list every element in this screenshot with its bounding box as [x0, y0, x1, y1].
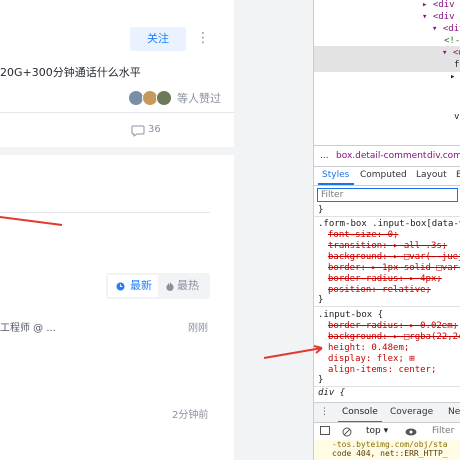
dom-node[interactable]: ▾ <d	[442, 48, 460, 58]
comment-sort-tabs: 最新 最热	[106, 273, 210, 299]
css-property[interactable]: background: ▸ □var(--juej	[328, 252, 460, 263]
clock-icon	[116, 282, 125, 291]
divider	[0, 112, 234, 113]
css-property[interactable]: transition: ▸ all .3s;	[328, 241, 447, 252]
active-tab-indicator	[318, 183, 354, 185]
css-brace: }	[318, 205, 324, 215]
console-filter-input[interactable]: Filter	[432, 426, 454, 436]
annotation-arrow	[263, 345, 323, 359]
article-card: 关注 ⋮ 20G+300分钟通话什么水平 等人赞过 36	[0, 0, 234, 147]
css-rule-divider	[314, 306, 460, 307]
dom-node[interactable]: ▾ <div c	[422, 12, 460, 22]
webpage-area: 关注 ⋮ 20G+300分钟通话什么水平 等人赞过 36 最新 最热 工程师 @…	[0, 0, 313, 460]
dom-node[interactable]: ▸	[450, 72, 455, 82]
css-property[interactable]: height: 0.48em;	[328, 343, 409, 354]
comment-author[interactable]: 工程师 @ ...	[0, 319, 56, 334]
tab-newest-label: 最新	[130, 279, 152, 292]
dom-node[interactable]: ▾ <div	[432, 24, 460, 34]
tab-layout[interactable]: Layout	[416, 165, 447, 185]
liked-text: 等人赞过	[177, 92, 221, 105]
styles-filter-input[interactable]: Filter	[317, 188, 458, 202]
css-property[interactable]: border: ▸ 1px solid □var(	[328, 263, 460, 274]
dom-node[interactable]: ▸ <div c	[422, 0, 460, 10]
css-rule-divider	[314, 216, 460, 217]
annotation-arrow	[0, 216, 63, 226]
dom-node[interactable]: <!--	[444, 36, 460, 46]
console-message[interactable]: code 404, net::ERR_HTTP_	[332, 449, 448, 460]
css-selector[interactable]: .form-box .input-box[data-v	[318, 219, 460, 230]
sidebar-toggle-icon[interactable]	[320, 426, 330, 435]
tab-hot[interactable]: 最热	[162, 275, 208, 297]
css-property[interactable]: background: ▸ □rgba(22,24	[328, 332, 460, 343]
dom-node[interactable]: v	[454, 112, 459, 122]
css-property[interactable]: align-items: center;	[328, 365, 436, 376]
tab-event-listeners[interactable]: E	[456, 165, 460, 185]
css-selector[interactable]: .input-box {	[318, 310, 383, 321]
console-messages: -tos.byteimg.com/obj/sta code 404, net::…	[314, 440, 460, 460]
comment-section: 最新 最热 工程师 @ ... 刚刚 2分钟前	[0, 155, 234, 460]
tab-network[interactable]: Ne	[448, 407, 460, 417]
tab-computed[interactable]: Computed	[360, 165, 407, 185]
comment-icon[interactable]	[131, 125, 145, 137]
styles-tabbar: Styles Computed Layout E	[314, 165, 460, 186]
more-icon[interactable]: ⋮	[196, 30, 210, 46]
css-property[interactable]: font-size: 0;	[328, 230, 398, 241]
follow-button[interactable]: 关注	[130, 27, 186, 51]
css-selector[interactable]: div {	[318, 388, 345, 399]
clear-console-icon[interactable]	[342, 427, 352, 437]
tab-console[interactable]: Console	[342, 407, 378, 417]
css-rule-divider	[314, 386, 460, 387]
css-property[interactable]: border-radius: ▸ 0.02em;	[328, 321, 458, 332]
breadcrumb-item[interactable]: box.detail-comment	[336, 146, 426, 166]
tab-newest[interactable]: 最新	[108, 275, 158, 297]
drawer-menu-icon[interactable]: ⋮	[320, 407, 329, 417]
breadcrumb-item[interactable]: div.comm	[427, 146, 460, 166]
tab-styles[interactable]: Styles	[322, 165, 349, 185]
console-toolbar: top ▾ Filter	[314, 422, 460, 441]
dom-node[interactable]: f	[454, 60, 459, 70]
comment-time: 2分钟前	[172, 410, 209, 421]
tab-coverage[interactable]: Coverage	[390, 407, 433, 417]
selected-dom-node[interactable]	[314, 46, 460, 72]
css-brace: }	[318, 375, 324, 385]
devtools-panel: ▸ <div c ▾ <div c ▾ <div <!-- ▾ <d f ▸ v…	[313, 0, 460, 460]
article-title[interactable]: 20G+300分钟通话什么水平	[0, 64, 141, 80]
breadcrumb-item[interactable]: ...	[320, 146, 329, 166]
css-property[interactable]: border-radius: ▸ 4px;	[328, 274, 442, 285]
breadcrumb: ... box.detail-comment div.comm	[314, 145, 460, 167]
tab-hot-label: 最热	[177, 279, 199, 292]
context-select[interactable]: top ▾	[366, 426, 388, 436]
comment-count[interactable]: 36	[148, 124, 161, 135]
liker-avatars[interactable]	[128, 90, 176, 106]
css-property[interactable]: display: flex; ⊞	[328, 354, 415, 365]
css-brace: }	[318, 295, 324, 305]
css-property[interactable]: position: relative;	[328, 285, 431, 296]
eye-icon[interactable]	[405, 428, 417, 436]
comment-time: 刚刚	[188, 323, 208, 334]
avatar	[156, 90, 172, 106]
flame-icon	[166, 282, 174, 291]
console-drawer-tabs: ⋮ Console Coverage Ne	[314, 402, 460, 423]
